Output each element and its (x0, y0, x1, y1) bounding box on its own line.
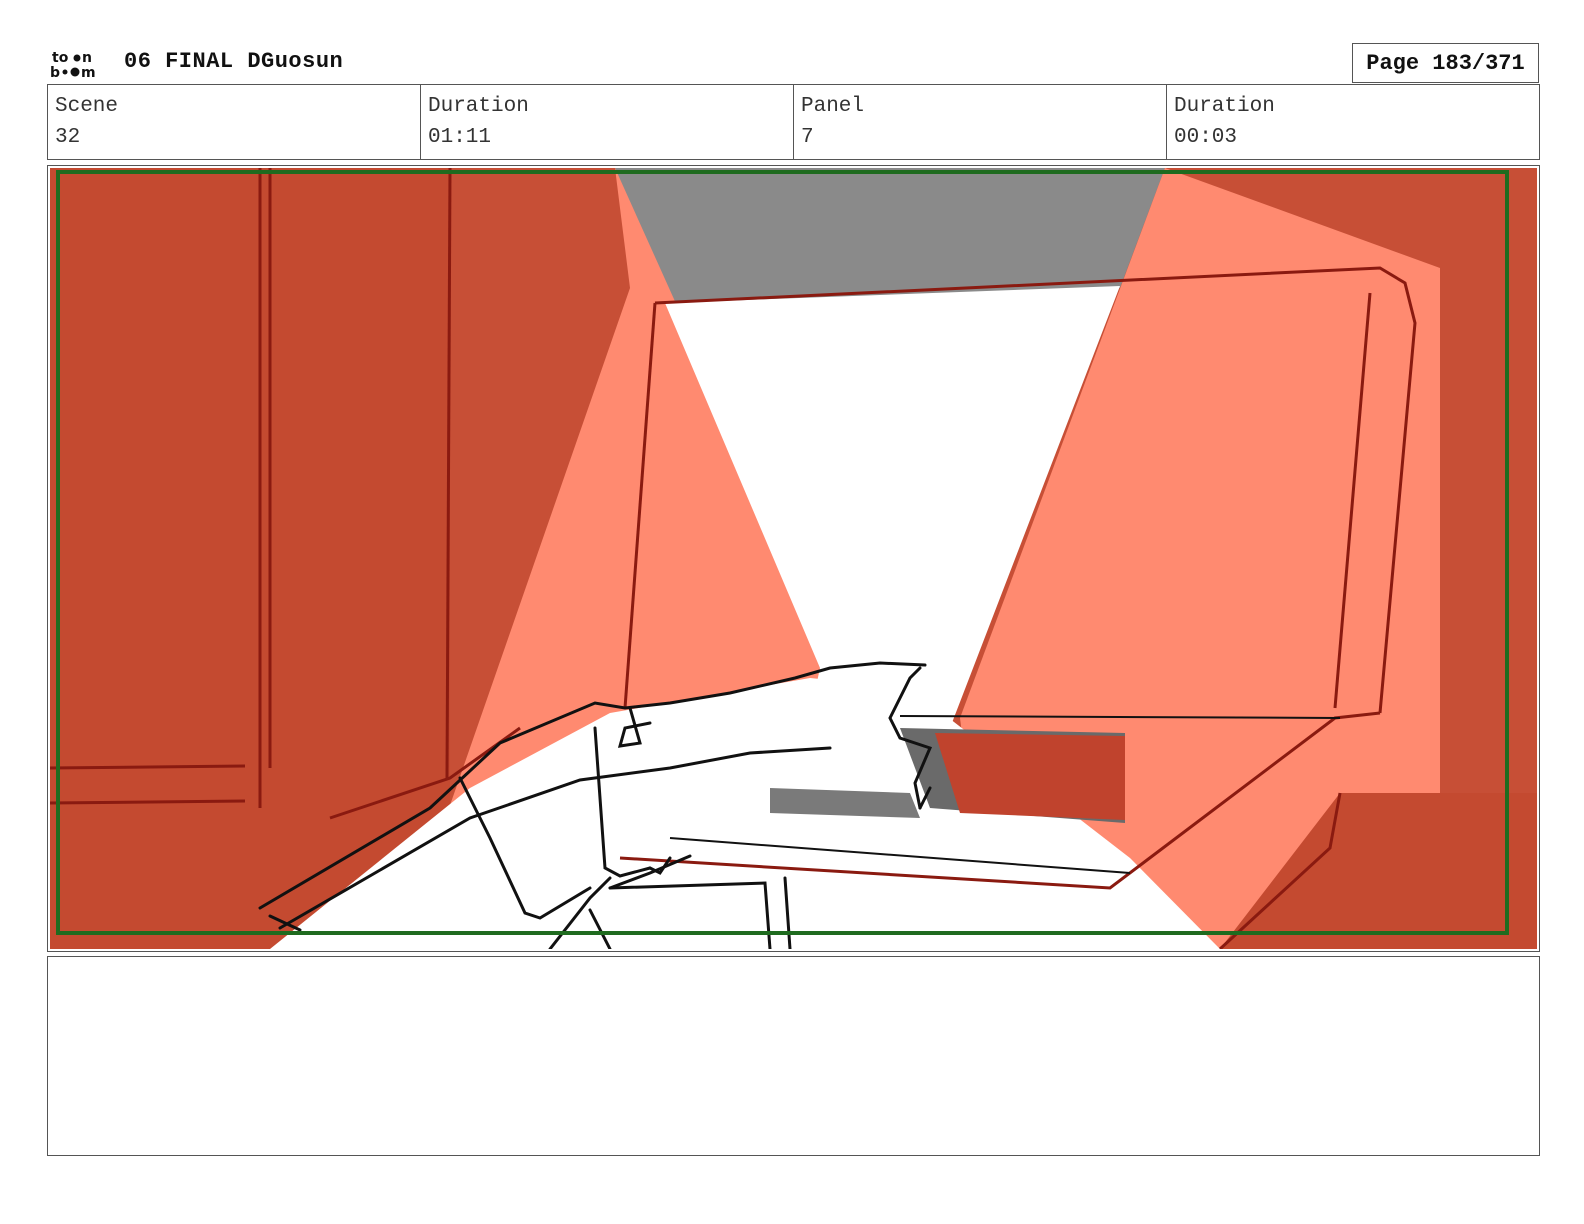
panel-value: 7 (801, 126, 814, 149)
toon-boom-logo: to n b m (50, 49, 106, 81)
scene-duration-value: 01:11 (428, 126, 492, 149)
project-title: 06 FINAL DGuosun (124, 49, 344, 74)
storyboard-panel (47, 165, 1540, 952)
svg-text:b: b (50, 65, 60, 79)
panel-duration-cell: Duration 00:03 (1167, 85, 1539, 159)
panel-drawing (50, 168, 1537, 949)
scene-info-table: Scene 32 Duration 01:11 Panel 7 Duration… (47, 84, 1540, 160)
notes-box (47, 956, 1540, 1156)
svg-text:m: m (81, 65, 96, 79)
page-number: Page 183/371 (1352, 43, 1539, 83)
scene-duration-cell: Duration 01:11 (421, 85, 794, 159)
panel-duration-label: Duration (1174, 95, 1275, 118)
scene-label: Scene (55, 95, 119, 118)
panel-cell: Panel 7 (794, 85, 1167, 159)
scene-value: 32 (55, 126, 81, 149)
scene-cell: Scene 32 (48, 85, 421, 159)
panel-duration-value: 00:03 (1174, 126, 1238, 149)
svg-text:to: to (52, 50, 69, 66)
panel-label: Panel (801, 95, 865, 118)
svg-text:n: n (82, 50, 92, 66)
scene-duration-label: Duration (428, 95, 529, 118)
